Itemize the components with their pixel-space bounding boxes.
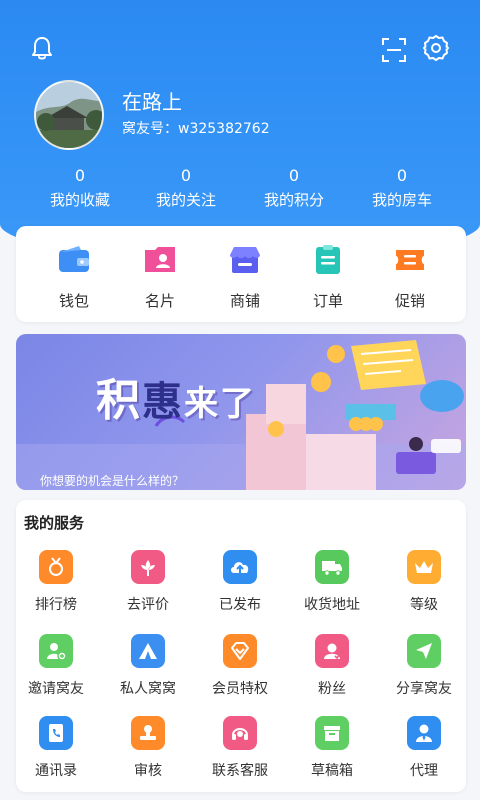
crown-icon (407, 550, 441, 584)
service-item-vip[interactable]: 会员特权 (195, 634, 285, 698)
service-item-share[interactable]: 分享窝友 (379, 634, 469, 698)
service-item-label: 收货地址 (304, 597, 360, 613)
top-bar (0, 30, 480, 70)
banner-title-part3: 来了 (184, 384, 256, 424)
wallet-icon (59, 246, 89, 272)
username: 在路上 (122, 90, 182, 114)
card-icon (145, 247, 175, 272)
avatar-scenery-image (36, 82, 102, 148)
service-item-contacts[interactable]: 通讯录 (11, 716, 101, 780)
service-item-label: 审核 (134, 763, 162, 779)
bell-icon[interactable] (28, 34, 56, 62)
stat-points[interactable]: 0 我的积分 (234, 166, 354, 212)
headset-icon (223, 716, 257, 750)
stat-rv[interactable]: 0 我的房车 (342, 166, 462, 212)
stat-following[interactable]: 0 我的关注 (126, 166, 246, 212)
service-item-label: 已发布 (219, 597, 261, 613)
fans-icon (315, 634, 349, 668)
service-item-label: 去评价 (127, 597, 169, 613)
service-item-label: 等级 (410, 597, 438, 613)
service-item-label: 私人窝窝 (120, 681, 176, 697)
diamond-icon (223, 634, 257, 668)
stat-value: 0 (288, 166, 300, 185)
stat-label: 我的积分 (263, 191, 324, 209)
service-item-support[interactable]: 联系客服 (195, 716, 285, 780)
service-item-label: 联系客服 (212, 763, 268, 779)
services-card: 我的服务 排行榜 去评价 已发布 收货地址 等级 邀请窝友 私人窝窝 会员特权 … (16, 500, 466, 792)
stamp-icon (131, 716, 165, 750)
wallet-item-shop[interactable]: 商铺 (205, 244, 285, 311)
stat-label: 我的房车 (371, 191, 432, 209)
order-icon (316, 245, 340, 274)
service-item-label: 通讯录 (35, 763, 77, 779)
promo-icon (396, 250, 424, 270)
stat-value: 0 (396, 166, 408, 185)
wallet-item-card[interactable]: 名片 (120, 244, 200, 311)
tent-icon (131, 634, 165, 668)
banner-subtitle: 你想要的机会是什么样的？ (40, 474, 185, 488)
service-item-label: 邀请窝友 (28, 681, 84, 697)
wallet-item-label: 名片 (144, 292, 175, 310)
scan-icon[interactable] (380, 36, 408, 64)
banner-title-part2: 惠 (142, 378, 184, 425)
banner-title-part1: 积 (96, 375, 142, 426)
service-item-ranking[interactable]: 排行榜 (11, 550, 101, 614)
medal-icon (39, 550, 73, 584)
gear-icon[interactable] (422, 34, 450, 62)
service-item-review[interactable]: 去评价 (103, 550, 193, 614)
service-item-label: 粉丝 (318, 681, 346, 697)
shop-icon (230, 247, 260, 273)
avatar[interactable] (34, 80, 104, 150)
wallet-item-order[interactable]: 订单 (288, 244, 368, 311)
wallet-item-promo[interactable]: 促销 (370, 244, 450, 311)
wallet-card: 钱包 名片 商铺 订单 促销 (16, 226, 466, 322)
service-item-label: 分享窝友 (396, 681, 452, 697)
flower-icon (131, 550, 165, 584)
service-item-label: 会员特权 (212, 681, 268, 697)
service-item-agent[interactable]: 代理 (379, 716, 469, 780)
wallet-item-wallet[interactable]: 钱包 (34, 244, 114, 311)
service-item-drafts[interactable]: 草稿箱 (287, 716, 377, 780)
wallet-item-label: 商铺 (229, 292, 260, 310)
send-icon (407, 634, 441, 668)
profile-section[interactable]: 在路上 窝友号：w325382762 (34, 80, 454, 154)
wallet-item-label: 促销 (394, 292, 425, 310)
wallet-item-label: 订单 (312, 292, 343, 310)
service-item-fans[interactable]: 粉丝 (287, 634, 377, 698)
service-item-private-nest[interactable]: 私人窝窝 (103, 634, 193, 698)
service-item-label: 排行榜 (35, 597, 77, 613)
phone-book-icon (39, 716, 73, 750)
service-item-audit[interactable]: 审核 (103, 716, 193, 780)
service-item-published[interactable]: 已发布 (195, 550, 285, 614)
wallet-item-label: 钱包 (58, 292, 89, 310)
services-title: 我的服务 (24, 514, 85, 532)
stats-row: 0 我的收藏 0 我的关注 0 我的积分 0 我的房车 (0, 166, 480, 216)
user-add-icon (39, 634, 73, 668)
banner-title: 积惠来了 (96, 364, 256, 428)
promo-banner[interactable]: 积惠来了 你想要的机会是什么样的？ (16, 334, 466, 490)
truck-icon (315, 550, 349, 584)
stat-label: 我的关注 (155, 191, 216, 209)
service-item-level[interactable]: 等级 (379, 550, 469, 614)
service-item-invite[interactable]: 邀请窝友 (11, 634, 101, 698)
box-icon (315, 716, 349, 750)
stat-label: 我的收藏 (49, 191, 110, 209)
stat-value: 0 (74, 166, 86, 185)
user-id: 窝友号：w325382762 (122, 121, 270, 137)
cloud-upload-icon (223, 550, 257, 584)
stat-favorites[interactable]: 0 我的收藏 (20, 166, 140, 212)
service-item-label: 草稿箱 (311, 763, 353, 779)
agent-icon (407, 716, 441, 750)
stat-value: 0 (180, 166, 192, 185)
service-item-label: 代理 (410, 763, 438, 779)
service-item-address[interactable]: 收货地址 (287, 550, 377, 614)
